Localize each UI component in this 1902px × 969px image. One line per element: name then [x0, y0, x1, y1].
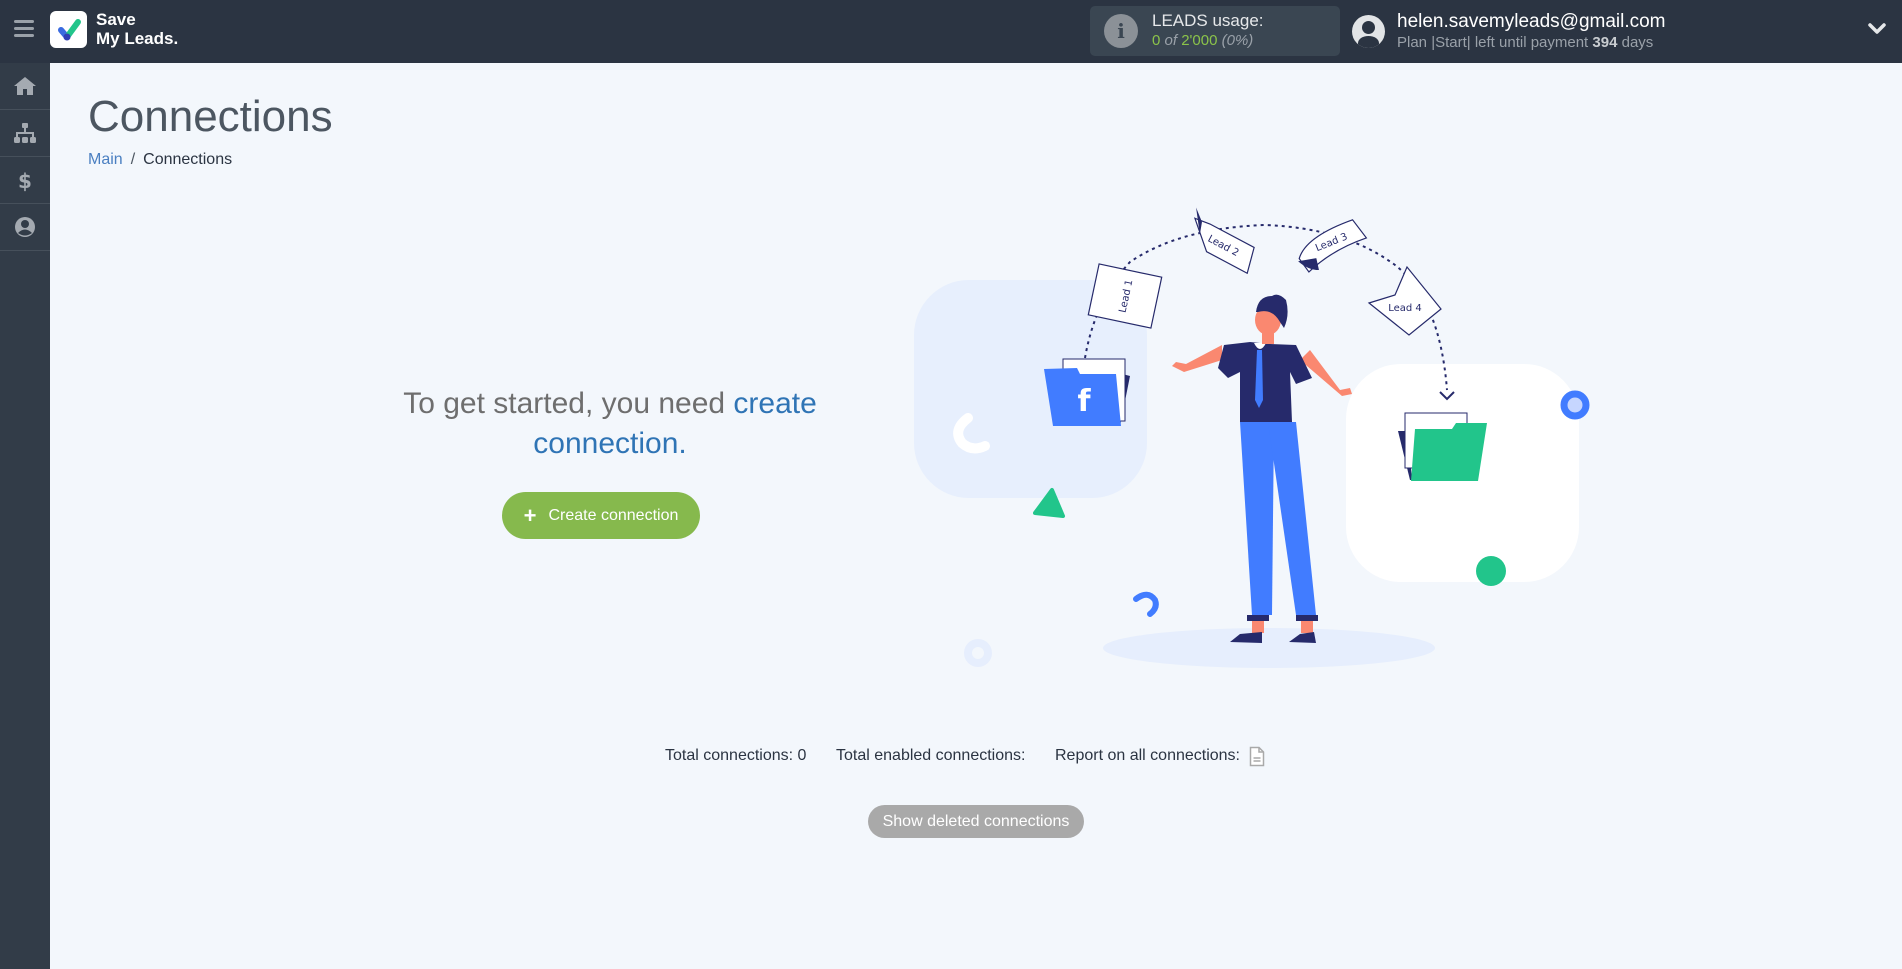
- hamburger-icon-bar: [14, 20, 34, 23]
- destination-folder-icon: [1398, 412, 1487, 481]
- lead-paper: Lead 3: [1298, 219, 1368, 273]
- sidebar: $: [0, 63, 50, 969]
- top-header: Save My Leads. i LEADS usage: 0 of 2'000…: [0, 0, 1902, 63]
- logo-text[interactable]: Save My Leads.: [96, 10, 178, 48]
- lead-flow-path: [1084, 223, 1448, 391]
- faint-ring-shape: [964, 639, 992, 667]
- menu-toggle-button[interactable]: [14, 20, 34, 38]
- logo-icon[interactable]: [50, 11, 87, 48]
- breadcrumb-current: Connections: [143, 151, 233, 168]
- logo-line1: Save: [96, 10, 136, 29]
- report-label: Report on all connections:: [1055, 747, 1240, 764]
- sidebar-item-connections[interactable]: [0, 110, 50, 157]
- facebook-icon: f: [1077, 384, 1091, 419]
- sidebar-item-home[interactable]: [0, 63, 50, 110]
- total-connections-stat: Total connections: 0: [665, 747, 807, 764]
- hamburger-icon-bar: [14, 34, 34, 37]
- source-card: [914, 280, 1147, 498]
- sitemap-icon: [14, 123, 36, 143]
- breadcrumb-separator: /: [130, 151, 136, 168]
- leads-usage-label: LEADS usage:: [1152, 11, 1264, 30]
- document-report-icon[interactable]: [1249, 746, 1265, 767]
- destination-card: [1346, 364, 1579, 582]
- empty-state-message: To get started, you need create connecti…: [380, 384, 840, 464]
- page-title: Connections: [88, 92, 333, 141]
- blue-ring-shape: [1560, 390, 1590, 420]
- intro-period: .: [678, 427, 687, 460]
- info-icon: i: [1104, 14, 1138, 48]
- white-arc-shape: [953, 413, 990, 454]
- green-dot-shape: [1476, 556, 1506, 586]
- logo-line2: My Leads.: [96, 29, 179, 48]
- person-figure: [1172, 294, 1352, 643]
- lead-paper: Lead 1: [1087, 263, 1163, 329]
- breadcrumb-main-link[interactable]: Main: [88, 151, 123, 168]
- lead-label: Lead 2: [1206, 234, 1241, 259]
- home-icon: [14, 77, 36, 95]
- plan-text: Plan |Start| left until payment: [1397, 34, 1589, 51]
- sidebar-item-account[interactable]: [0, 204, 50, 251]
- show-deleted-connections-button[interactable]: Show deleted connections: [868, 805, 1084, 838]
- leads-used: 0: [1152, 32, 1161, 49]
- breadcrumb: Main / Connections: [88, 151, 232, 169]
- plan-days-suffix: days: [1621, 34, 1654, 51]
- chevron-down-icon[interactable]: [1868, 22, 1886, 36]
- dollar-icon: $: [18, 169, 32, 193]
- lead-label: Lead 3: [1314, 231, 1349, 254]
- lead-label: Lead 4: [1388, 303, 1422, 314]
- lead-paper: Lead 2: [1193, 207, 1255, 275]
- plus-icon: +: [523, 502, 537, 528]
- user-plan-info: Plan |Start| left until payment 394 days: [1397, 34, 1653, 51]
- create-connection-label: Create connection: [548, 506, 679, 524]
- enabled-connections-stat: Total enabled connections:: [836, 747, 1026, 764]
- user-circle-icon: [15, 217, 35, 237]
- checkmark-logo-icon: [58, 19, 81, 41]
- intro-text: To get started, you need: [403, 387, 734, 420]
- blue-arc-shape: [1133, 591, 1159, 617]
- leads-percent: (0%): [1221, 32, 1254, 49]
- create-connection-button[interactable]: + Create connection: [502, 492, 700, 539]
- svg-text:$: $: [18, 169, 32, 193]
- lead-label: Lead 1: [1118, 279, 1136, 314]
- sidebar-item-billing[interactable]: $: [0, 157, 50, 204]
- plan-days: 394: [1592, 34, 1618, 51]
- arrow-head-icon: [1439, 391, 1455, 401]
- leads-usage-value: 0 of 2'000 (0%): [1152, 32, 1253, 49]
- floor-shadow: [1103, 628, 1435, 668]
- lead-paper: Lead 4: [1367, 265, 1442, 336]
- facebook-folder-icon: f: [1044, 358, 1130, 426]
- hamburger-icon-bar: [14, 27, 34, 30]
- leads-usage-widget[interactable]: i LEADS usage: 0 of 2'000 (0%): [1090, 6, 1340, 56]
- user-avatar-icon[interactable]: [1352, 15, 1385, 48]
- green-triangle-shape: [1033, 488, 1065, 518]
- leads-limit: 2'000: [1181, 32, 1218, 49]
- leads-of: of: [1164, 32, 1178, 49]
- user-email[interactable]: helen.savemyleads@gmail.com: [1397, 11, 1666, 33]
